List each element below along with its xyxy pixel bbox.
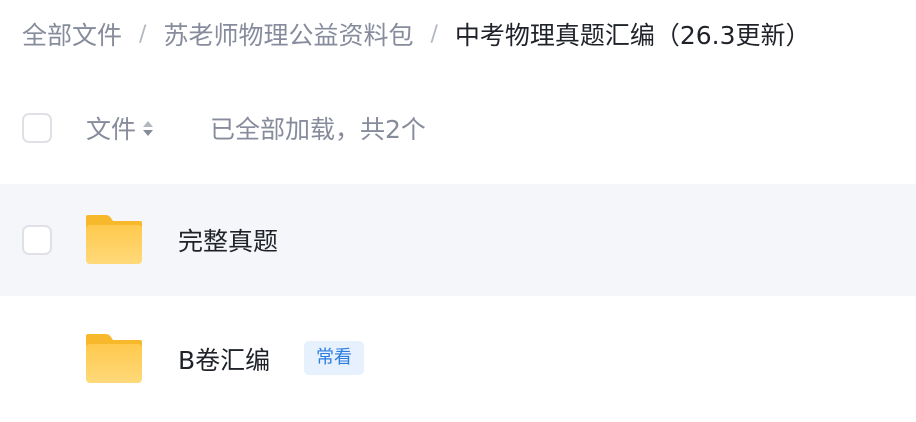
file-list-header: 文件 已全部加载，共2个 — [0, 102, 916, 154]
file-column-label: 文件 — [86, 115, 137, 144]
file-name[interactable]: B卷汇编 — [178, 341, 270, 377]
breadcrumb-resource-pack[interactable]: 苏老师物理公益资料包 — [163, 16, 413, 52]
file-row[interactable]: 完整真题 — [0, 184, 916, 296]
load-status-text: 已全部加载，共2个 — [210, 115, 426, 144]
breadcrumb-separator: / — [139, 21, 147, 47]
file-name[interactable]: 完整真题 — [178, 222, 278, 258]
select-all-checkbox[interactable] — [22, 113, 52, 143]
folder-icon — [86, 215, 142, 264]
sort-updown-icon — [143, 120, 154, 136]
breadcrumb-all-files[interactable]: 全部文件 — [22, 16, 122, 52]
folder-icon — [86, 334, 142, 383]
row-checkbox[interactable] — [22, 225, 52, 255]
file-column-sort[interactable]: 文件 — [86, 110, 154, 146]
file-row[interactable]: B卷汇编 常看 — [0, 303, 916, 415]
breadcrumb-separator: / — [430, 21, 438, 47]
breadcrumb: 全部文件 / 苏老师物理公益资料包 / 中考物理真题汇编（26.3更新） — [22, 14, 811, 54]
breadcrumb-current-folder: 中考物理真题汇编（26.3更新） — [454, 21, 811, 50]
frequent-tag: 常看 — [304, 341, 364, 375]
